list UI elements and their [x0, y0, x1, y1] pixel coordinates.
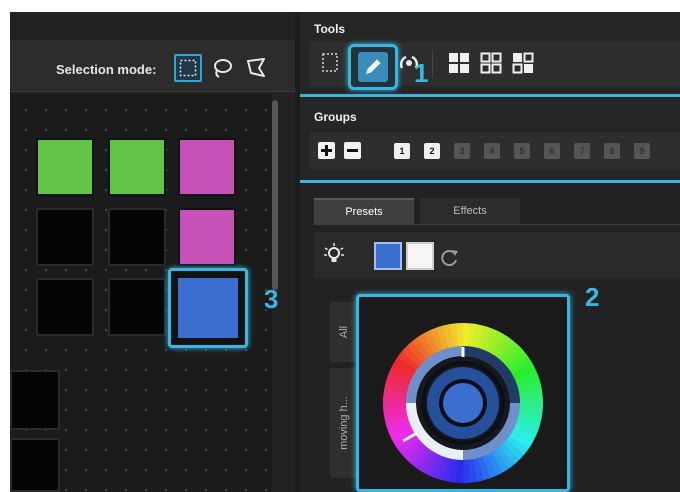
- group-button-2[interactable]: 2: [424, 143, 440, 159]
- color-picker-panel: [356, 294, 570, 492]
- fixture-cell[interactable]: [36, 278, 94, 336]
- group-button-7[interactable]: 7: [574, 143, 590, 159]
- pencil-tool-button[interactable]: [348, 44, 398, 90]
- presets-toolbar: [314, 232, 680, 278]
- fixture-cell[interactable]: [108, 138, 166, 196]
- grid-outline-icon[interactable]: [478, 50, 504, 76]
- fixture-cell[interactable]: [10, 370, 60, 430]
- group-button-9[interactable]: 9: [634, 143, 650, 159]
- pencil-icon: [358, 52, 388, 82]
- side-tab-moving-label: moving h...: [338, 396, 350, 450]
- side-tab-all[interactable]: All: [330, 302, 358, 362]
- callout-number-2: 2: [585, 282, 600, 312]
- fixture-cell[interactable]: [108, 278, 166, 336]
- callout-number-1: 1: [414, 58, 429, 88]
- color-wheel[interactable]: [369, 309, 557, 492]
- grid-scrollbar[interactable]: [272, 100, 278, 290]
- tab-effects[interactable]: Effects: [420, 198, 520, 224]
- grid-layout-icon[interactable]: [446, 50, 472, 76]
- groups-section: Groups 1 2 3 4 5 6 7 8 9: [300, 98, 680, 180]
- group-button-1[interactable]: 1: [394, 143, 410, 159]
- primary-color-swatch[interactable]: [374, 242, 402, 270]
- tools-title: Tools: [314, 22, 346, 36]
- group-button-6[interactable]: 6: [544, 143, 560, 159]
- swap-colors-icon[interactable]: [438, 246, 460, 268]
- tools-toolbar: [310, 42, 680, 90]
- control-panel: Tools Groups 1 2 3 4 5 6 7 8 9 Presets E…: [300, 12, 680, 492]
- toolbar-separator: [432, 50, 433, 78]
- secondary-color-swatch[interactable]: [406, 242, 434, 270]
- select-tool-icon[interactable]: [318, 50, 344, 76]
- fixture-cell-selected[interactable]: [168, 268, 248, 348]
- fixture-cell[interactable]: [10, 438, 60, 492]
- fixture-cell[interactable]: [108, 208, 166, 266]
- side-tab-moving-heads[interactable]: moving h...: [330, 368, 358, 478]
- group-button-3[interactable]: 3: [454, 143, 470, 159]
- lasso-select-icon[interactable]: [208, 54, 236, 82]
- app-window: Selection mode: Tools Groups 1 2 3 4 5 6…: [10, 12, 680, 492]
- tools-section: Tools: [300, 12, 680, 94]
- group-button-4[interactable]: 4: [484, 143, 500, 159]
- presets-section: Presets Effects All moving h...: [300, 184, 680, 492]
- selection-mode-bar: Selection mode:: [10, 40, 295, 92]
- polygon-select-icon[interactable]: [242, 54, 270, 82]
- group-button-5[interactable]: 5: [514, 143, 530, 159]
- tab-presets[interactable]: Presets: [314, 198, 414, 224]
- fixture-cell[interactable]: [178, 208, 236, 266]
- group-button-8[interactable]: 8: [604, 143, 620, 159]
- fixture-cell[interactable]: [36, 138, 94, 196]
- canvas-panel: Selection mode:: [10, 12, 295, 492]
- grid-mixed-icon[interactable]: [510, 50, 536, 76]
- selected-color-dot: [443, 383, 483, 423]
- groups-toolbar: 1 2 3 4 5 6 7 8 9: [310, 132, 680, 170]
- selection-mode-label: Selection mode:: [56, 62, 157, 77]
- add-group-button[interactable]: [318, 142, 335, 159]
- section-divider: [300, 94, 680, 97]
- fixture-cell-color: [178, 278, 238, 338]
- tab-underline: [314, 224, 680, 225]
- callout-number-3: 3: [264, 284, 279, 314]
- fixture-cell[interactable]: [178, 138, 236, 196]
- groups-title: Groups: [314, 110, 357, 124]
- fixture-cell[interactable]: [36, 208, 94, 266]
- rectangle-select-icon[interactable]: [174, 54, 202, 82]
- remove-group-button[interactable]: [344, 142, 361, 159]
- section-divider: [300, 180, 680, 183]
- bulb-icon[interactable]: [322, 242, 346, 266]
- side-tab-all-label: All: [338, 325, 350, 339]
